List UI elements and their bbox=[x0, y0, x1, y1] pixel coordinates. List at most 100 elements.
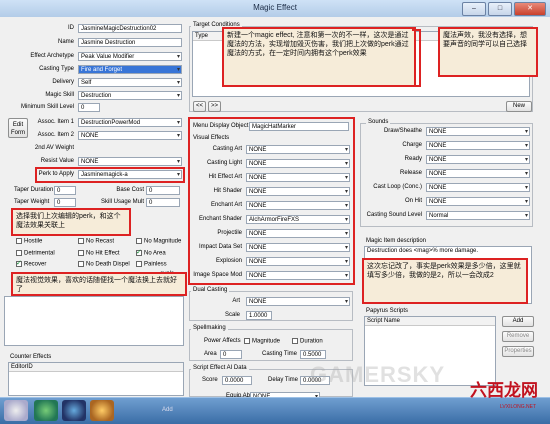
magic-skill-label: Magic Skill bbox=[45, 92, 74, 98]
enchant-shader-select[interactable]: AlchArmorFireFXS bbox=[246, 215, 350, 224]
flag-hostile[interactable]: Hostile bbox=[16, 238, 42, 245]
base-cost-field[interactable]: 0 bbox=[146, 186, 180, 195]
perk-label: Perk to Apply bbox=[38, 171, 74, 177]
cast-loop-label: Cast Loop (Conc.) bbox=[373, 184, 422, 190]
taskbar-add-label[interactable]: Add bbox=[162, 407, 173, 413]
image-space-mod-select[interactable]: NONE bbox=[246, 271, 350, 280]
cast-loop-select[interactable]: NONE bbox=[426, 183, 530, 192]
flag-no-death-dispel[interactable]: No Death Dispel bbox=[78, 261, 130, 268]
casting-light-label: Casting Light bbox=[206, 160, 242, 166]
counter-col-header[interactable]: EditorID bbox=[9, 363, 183, 372]
ready-select[interactable]: NONE bbox=[426, 155, 530, 164]
remove-script-button[interactable]: Remove bbox=[502, 331, 534, 342]
spellmaking-title: Spellmaking bbox=[191, 325, 228, 331]
casting-time-field[interactable]: 0.5000 bbox=[300, 350, 326, 359]
impact-data-set-select[interactable]: NONE bbox=[246, 243, 350, 252]
left-lower-list[interactable] bbox=[4, 296, 184, 346]
casting-art-select[interactable]: NONE bbox=[246, 145, 350, 154]
callout-perk: 选择我们上次编辑的perk，和这个魔法效果关联上 bbox=[11, 208, 131, 236]
on-hit-label: On Hit bbox=[404, 198, 422, 204]
flag-no-magnitude[interactable]: No Magnitude bbox=[136, 238, 181, 245]
min-skill-label: Minimum Skill Level bbox=[20, 104, 74, 110]
menu-display-field[interactable]: MagicHatMarker bbox=[249, 122, 349, 131]
perk-select[interactable]: Jasminemagick-a bbox=[78, 170, 182, 179]
casting-light-select[interactable]: NONE bbox=[246, 159, 350, 168]
checkbox[interactable] bbox=[78, 250, 84, 256]
flag-no-area[interactable]: No Area bbox=[136, 248, 166, 257]
checkbox[interactable] bbox=[136, 261, 142, 267]
duration-check[interactable]: Duration bbox=[292, 338, 323, 345]
delivery-select[interactable]: Self bbox=[78, 78, 182, 87]
dual-scale-field[interactable]: 1.0000 bbox=[246, 311, 272, 320]
taper-weight-field[interactable]: 0 bbox=[54, 198, 76, 207]
flag-recover[interactable]: Recover bbox=[16, 259, 46, 268]
on-hit-select[interactable]: NONE bbox=[426, 197, 530, 206]
explosion-select[interactable]: NONE bbox=[246, 257, 350, 266]
add-script-button[interactable]: Add bbox=[502, 316, 534, 327]
projectile-select[interactable]: NONE bbox=[246, 229, 350, 238]
checkbox[interactable] bbox=[136, 248, 142, 256]
area-label: Area bbox=[204, 351, 217, 357]
close-button[interactable]: ✕ bbox=[514, 2, 546, 16]
script-name-col-header[interactable]: Script Name bbox=[365, 317, 495, 326]
checkbox[interactable] bbox=[78, 238, 84, 244]
score-label: Score bbox=[202, 377, 218, 383]
maximize-button[interactable]: □ bbox=[488, 2, 512, 16]
name-field[interactable]: Jasmine Destruction bbox=[78, 38, 182, 47]
site-logo-sub: LVXILONG.NET bbox=[500, 404, 537, 410]
flag-painless[interactable]: Painless bbox=[136, 261, 167, 268]
edit-form-button[interactable]: Edit Form bbox=[8, 118, 28, 138]
draw-sheathe-select[interactable]: NONE bbox=[426, 127, 530, 136]
flag-no-hit-effect[interactable]: No Hit Effect bbox=[78, 250, 120, 257]
window-controls: – □ ✕ bbox=[462, 2, 546, 16]
id-field[interactable]: JasmineMagicDestruction02 bbox=[78, 24, 182, 33]
image-space-mod-label: Image Space Mod bbox=[193, 272, 242, 278]
taper-duration-label: Taper Duration bbox=[14, 187, 54, 193]
taskbar-app-icon[interactable] bbox=[62, 400, 86, 421]
checkbox[interactable] bbox=[244, 338, 250, 344]
delay-time-label: Delay Time bbox=[268, 377, 299, 383]
sound-level-select[interactable]: Normal bbox=[426, 211, 530, 220]
flag-detrimental[interactable]: Detrimental bbox=[16, 250, 55, 257]
skill-mult-label: Skill Usage Mult bbox=[100, 199, 144, 205]
checkbox[interactable] bbox=[16, 259, 22, 267]
minimize-button[interactable]: – bbox=[462, 2, 486, 16]
taskbar-app-icon[interactable] bbox=[34, 400, 58, 421]
taskbar-app-icon[interactable] bbox=[90, 400, 114, 421]
resist-select[interactable]: NONE bbox=[78, 157, 182, 166]
dual-art-select[interactable]: NONE bbox=[246, 297, 350, 306]
new-condition-button[interactable]: New bbox=[506, 101, 532, 112]
callout-new-effect-edge bbox=[412, 29, 421, 87]
magnitude-check[interactable]: Magnitude bbox=[244, 338, 280, 345]
area-field[interactable]: 0 bbox=[220, 350, 242, 359]
score-field[interactable]: 0.0000 bbox=[222, 376, 252, 385]
checkbox[interactable] bbox=[292, 338, 298, 344]
counter-effects-list[interactable]: EditorID bbox=[8, 362, 184, 396]
callout-sound: 魔法声效，我没有选择，想要声音的同学可以自己选择 bbox=[438, 27, 538, 77]
resist-label: Resist Value bbox=[40, 158, 74, 164]
flag-no-recast[interactable]: No Recast bbox=[78, 238, 114, 245]
checkbox[interactable] bbox=[16, 238, 22, 244]
properties-button[interactable]: Properties bbox=[502, 346, 534, 357]
taper-duration-field[interactable]: 0 bbox=[54, 186, 76, 195]
ready-label: Ready bbox=[404, 156, 422, 162]
casting-type-select[interactable]: Fire and Forget bbox=[78, 65, 182, 74]
enchant-art-select[interactable]: NONE bbox=[246, 201, 350, 210]
min-skill-field[interactable]: 0 bbox=[78, 103, 100, 112]
watermark: GAMERSKY bbox=[310, 362, 446, 387]
charge-select[interactable]: NONE bbox=[426, 141, 530, 150]
checkbox[interactable] bbox=[16, 250, 22, 256]
prev-button[interactable]: << bbox=[193, 101, 206, 112]
hit-effect-art-select[interactable]: NONE bbox=[246, 173, 350, 182]
start-button[interactable] bbox=[4, 400, 28, 421]
magic-skill-select[interactable]: Destruction bbox=[78, 91, 182, 100]
assoc2-select[interactable]: NONE bbox=[78, 131, 182, 140]
checkbox[interactable] bbox=[136, 238, 142, 244]
next-button[interactable]: >> bbox=[208, 101, 221, 112]
checkbox[interactable] bbox=[78, 261, 84, 267]
hit-shader-select[interactable]: NONE bbox=[246, 187, 350, 196]
assoc1-select[interactable]: DestructionPowerMod bbox=[78, 118, 182, 127]
skill-mult-field[interactable]: 0 bbox=[146, 198, 180, 207]
release-select[interactable]: NONE bbox=[426, 169, 530, 178]
archetype-select[interactable]: Peak Value Modifier bbox=[78, 52, 182, 61]
